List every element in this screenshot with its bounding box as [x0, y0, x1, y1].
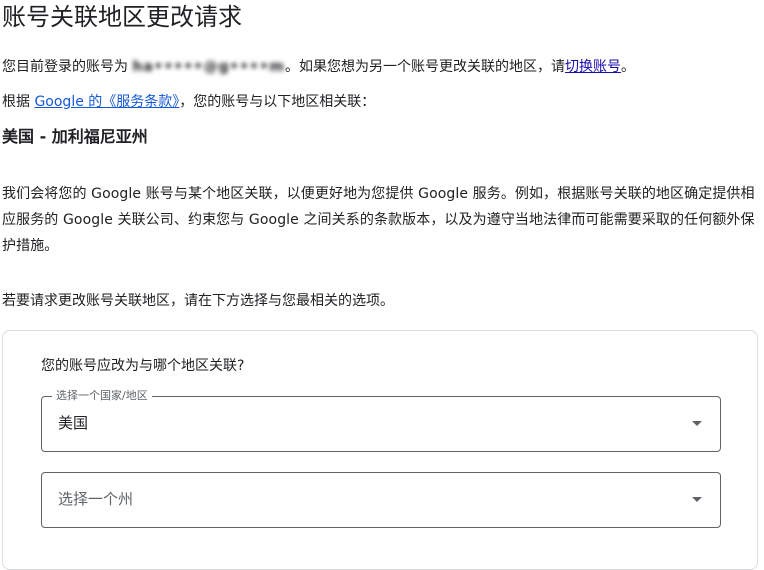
- switch-account-link[interactable]: 切换账号: [565, 59, 621, 75]
- terms-of-service-link[interactable]: Google 的《服务条款》: [34, 94, 179, 110]
- terms-prefix: 根据: [2, 94, 35, 110]
- state-select-placeholder: 选择一个州: [58, 490, 134, 508]
- state-select[interactable]: 选择一个州: [41, 472, 721, 528]
- region-change-form: 您的账号应改为与哪个地区关联? 选择一个国家/地区 美国 选择一个州: [2, 330, 758, 570]
- intro-prefix: 您目前登录的账号为: [2, 59, 133, 75]
- dropdown-arrow-icon: [692, 421, 702, 426]
- intro-middle: 。如果您想为另一个账号更改关联的地区，请: [285, 59, 566, 75]
- region-description: 我们会将您的 Google 账号与某个地区关联，以便更好地为您提供 Google…: [2, 186, 755, 254]
- form-question: 您的账号应改为与哪个地区关联?: [41, 358, 245, 374]
- terms-suffix: ，您的账号与以下地区相关联：: [179, 94, 376, 110]
- current-region: 美国 - 加利福尼亚州: [2, 127, 148, 146]
- country-select[interactable]: 选择一个国家/地区 美国: [41, 389, 721, 452]
- instruction-text: 若要请求更改账号关联地区，请在下方选择与您最相关的选项。: [2, 293, 394, 309]
- intro-suffix: 。: [621, 59, 636, 75]
- page-title: 账号关联地区更改请求: [2, 3, 242, 31]
- page: 账号关联地区更改请求 您目前登录的账号为 ha•••••@g••••m。如果您想…: [0, 0, 764, 570]
- terms-text: 根据 Google 的《服务条款》，您的账号与以下地区相关联：: [2, 89, 375, 115]
- signed-in-account-text: 您目前登录的账号为 ha•••••@g••••m。如果您想为另一个账号更改关联的…: [2, 54, 635, 80]
- country-select-label: 选择一个国家/地区: [52, 389, 152, 403]
- account-email: ha•••••@g••••m: [132, 59, 286, 75]
- dropdown-arrow-icon: [692, 497, 702, 502]
- country-select-value: 美国: [58, 414, 89, 432]
